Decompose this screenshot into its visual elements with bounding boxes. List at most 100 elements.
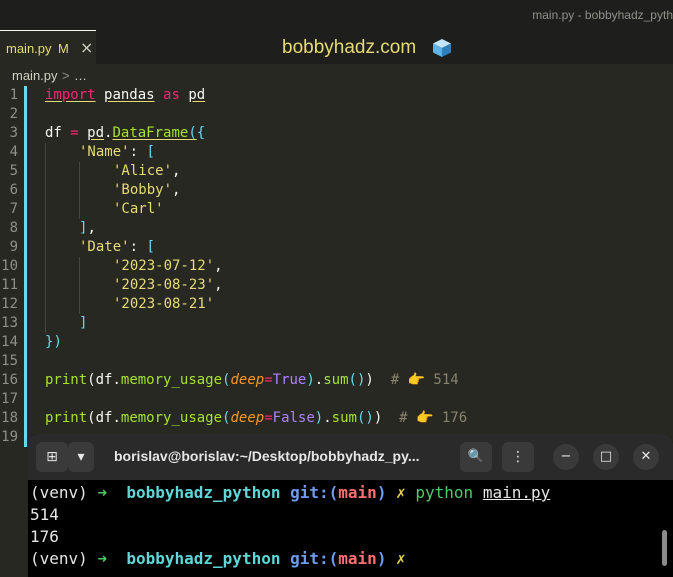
code-line: 13 ] (0, 314, 673, 333)
code-line: 5 'Alice', (0, 162, 673, 181)
git-change-marker (24, 333, 27, 352)
line-number: 16 (1, 372, 18, 388)
cube-icon (433, 39, 451, 57)
terminal-line: 176 (30, 527, 59, 546)
maximize-icon[interactable]: □ (593, 444, 619, 470)
brand-text: bobbyhadz.com (282, 37, 417, 58)
code-text: 'Carl' (113, 201, 164, 217)
code-text: df = pd.DataFrame({ (45, 125, 206, 141)
line-number: 8 (9, 220, 18, 236)
code-line: 4 'Name': [ (0, 143, 673, 162)
code-text: 'Name': [ (79, 144, 155, 160)
indent-guide (45, 276, 46, 295)
code-text: 'Date': [ (79, 239, 155, 255)
line-number: 15 (1, 353, 18, 369)
git-change-marker (24, 409, 27, 428)
code-line: 2 (0, 105, 673, 124)
git-change-marker (24, 181, 27, 200)
terminal-line: 514 (30, 505, 59, 524)
git-change-marker (24, 200, 27, 219)
terminal-line: (venv) ➜ bobbyhadz_python git:(main) ✗ (30, 549, 406, 568)
search-icon[interactable]: 🔍 (460, 442, 492, 472)
line-number: 12 (1, 296, 18, 312)
terminal-line: (venv) ➜ bobbyhadz_python git:(main) ✗ p… (30, 483, 551, 502)
modified-indicator: M (58, 41, 69, 56)
code-line: 6 'Bobby', (0, 181, 673, 200)
line-number: 5 (9, 163, 18, 179)
git-change-marker (24, 162, 27, 181)
tab-filename: main.py (6, 41, 52, 56)
code-line: 16 print(df.memory_usage(deep=True).sum(… (0, 371, 673, 390)
line-number: 17 (1, 391, 18, 407)
indent-guide (79, 162, 80, 181)
code-text: 'Alice', (113, 163, 181, 179)
line-number: 14 (1, 334, 18, 350)
code-line: 18 print(df.memory_usage(deep=False).sum… (0, 409, 673, 428)
indent-guide (45, 257, 46, 276)
code-text: print(df.memory_usage(deep=False).sum())… (45, 410, 468, 426)
git-change-marker (24, 428, 27, 447)
indent-guide (45, 219, 46, 238)
indent-guide (79, 295, 80, 314)
line-number: 4 (9, 144, 18, 160)
line-number: 9 (9, 239, 18, 255)
code-text: import pandas as pd (45, 87, 206, 103)
code-line: 15 (0, 352, 673, 371)
chevron-down-icon[interactable]: ▾ (68, 442, 94, 472)
indent-guide (79, 181, 80, 200)
code-line: 1 import pandas as pd (0, 86, 673, 105)
indent-guide (45, 295, 46, 314)
tab-main-py[interactable]: main.py M × (0, 30, 96, 64)
code-line: 7 'Carl' (0, 200, 673, 219)
code-line: 14 }) (0, 333, 673, 352)
code-line: 12 '2023-08-21' (0, 295, 673, 314)
code-line: 11 '2023-08-23', (0, 276, 673, 295)
git-change-marker (24, 219, 27, 238)
terminal-output[interactable]: (venv) ➜ bobbyhadz_python git:(main) ✗ p… (30, 482, 670, 570)
indent-guide (45, 162, 46, 181)
terminal-window[interactable]: ⊞ ▾ borislav@borislav:~/Desktop/bobbyhad… (28, 434, 673, 577)
terminal-header: ⊞ ▾ borislav@borislav:~/Desktop/bobbyhad… (28, 434, 673, 480)
line-number: 6 (9, 182, 18, 198)
line-number: 13 (1, 315, 18, 331)
menu-icon[interactable]: ⋮ (502, 442, 534, 472)
close-icon[interactable]: ✕ (633, 444, 659, 470)
code-line: 8 ], (0, 219, 673, 238)
code-line: 17 (0, 390, 673, 409)
code-text: print(df.memory_usage(deep=True).sum()) … (45, 372, 459, 388)
git-change-marker (24, 371, 27, 390)
indent-guide (79, 257, 80, 276)
git-change-marker (24, 390, 27, 409)
line-number: 2 (9, 106, 18, 122)
code-text: ], (79, 220, 96, 236)
code-line: 3 df = pd.DataFrame({ (0, 124, 673, 143)
new-tab-icon[interactable]: ⊞ (36, 442, 68, 472)
breadcrumb-more[interactable]: … (74, 68, 87, 83)
git-change-marker (24, 314, 27, 333)
code-text: '2023-08-23', (113, 277, 223, 293)
line-number: 3 (9, 125, 18, 141)
minimize-icon[interactable]: − (553, 444, 579, 470)
code-text: '2023-08-21' (113, 296, 215, 312)
line-number: 10 (1, 258, 18, 274)
indent-guide (79, 200, 80, 219)
git-change-marker (24, 143, 27, 162)
line-number: 19 (1, 429, 18, 445)
git-change-marker (24, 257, 27, 276)
git-change-marker (24, 295, 27, 314)
git-change-marker (24, 238, 27, 257)
line-number: 18 (1, 410, 18, 426)
git-change-marker (24, 105, 27, 124)
terminal-title: borislav@borislav:~/Desktop/bobbyhadz_py… (114, 448, 420, 464)
code-text: '2023-07-12', (113, 258, 223, 274)
breadcrumb-file[interactable]: main.py (12, 68, 58, 83)
indent-guide (79, 276, 80, 295)
git-change-marker (24, 86, 27, 105)
code-text: }) (45, 334, 62, 350)
line-number: 7 (9, 201, 18, 217)
code-line: 9 'Date': [ (0, 238, 673, 257)
window-title: main.py - bobbyhadz_pyth (532, 8, 673, 22)
close-icon[interactable]: × (80, 38, 93, 57)
title-bar: main.py - bobbyhadz_pyth (0, 0, 673, 30)
terminal-scrollbar[interactable] (662, 530, 667, 566)
